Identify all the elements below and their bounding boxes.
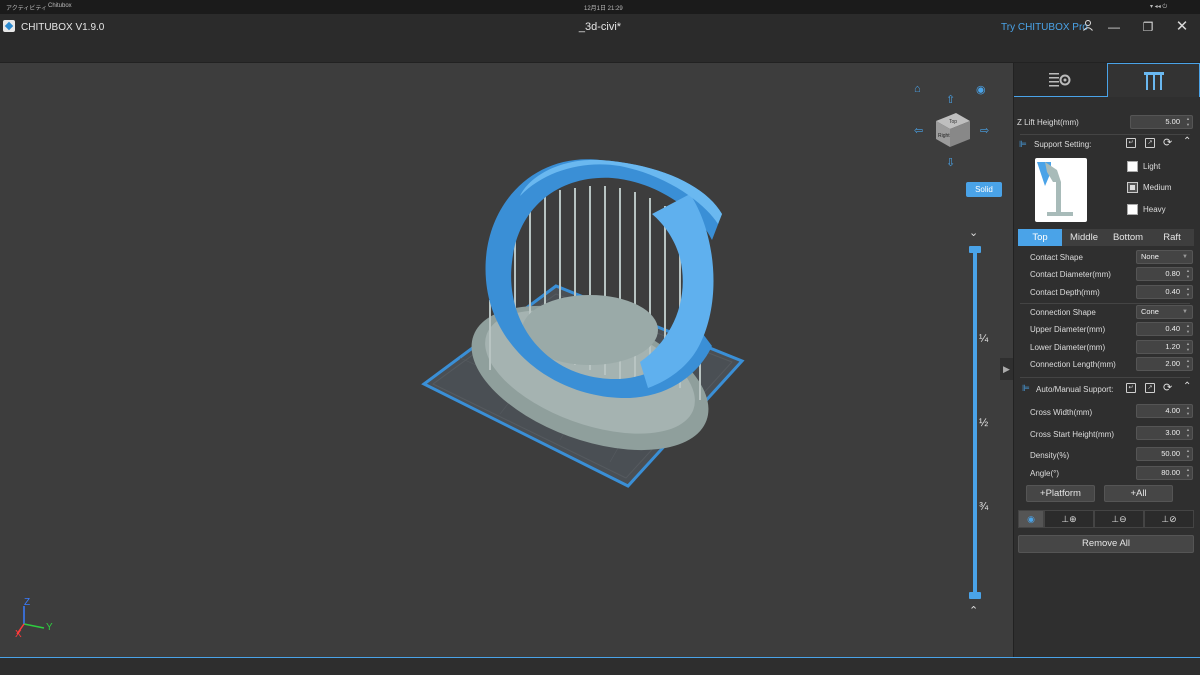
rotate-left-icon[interactable]: ⇦ — [914, 124, 923, 137]
cross-width-input[interactable]: 4.00 — [1136, 404, 1193, 418]
preset-medium-label: Medium — [1143, 183, 1172, 192]
slider-up-chevron-icon[interactable]: ⌃ — [969, 604, 978, 617]
upper-diameter-input[interactable]: 0.40 — [1136, 322, 1193, 336]
cross-start-height-label: Cross Start Height(mm) — [1030, 430, 1115, 439]
tab-middle[interactable]: Middle — [1062, 229, 1106, 246]
os-activities[interactable]: アクティビティ — [6, 3, 47, 12]
minimize-icon[interactable]: — — [1106, 19, 1122, 35]
view-cube[interactable]: Top Right — [930, 107, 974, 151]
collapse-auto-icon[interactable]: ⌃ — [1183, 381, 1191, 392]
user-icon[interactable] — [1080, 19, 1096, 35]
tab-raft[interactable]: Raft — [1150, 229, 1194, 246]
contact-shape-dropdown[interactable]: None — [1136, 250, 1193, 264]
cross-width-label: Cross Width(mm) — [1030, 408, 1093, 417]
os-top-bar: アクティビティ Chitubox 12月1日 21:29 ▾ ◂◂ ⏻ — [0, 0, 1200, 14]
close-icon[interactable]: ✕ — [1174, 19, 1190, 35]
divider — [1020, 377, 1190, 378]
auto-support-marker-icon: ⊫ — [1022, 383, 1030, 393]
eye-view-icon[interactable]: ◉ — [976, 83, 986, 96]
tab-bottom[interactable]: Bottom — [1106, 229, 1150, 246]
export-preset-icon[interactable]: ↗ — [1145, 138, 1155, 148]
z-lift-label: Z Lift Height(mm) — [1017, 118, 1079, 127]
title-bar: CHITUBOX V1.9.0 _3d-civi* Try CHITUBOX P… — [0, 14, 1200, 42]
contact-diameter-input[interactable]: 0.80 — [1136, 267, 1193, 281]
slider-quarter-label: ¼ — [979, 333, 989, 345]
slider-three-quarter-label: ¾ — [979, 501, 989, 513]
os-clock[interactable]: 12月1日 21:29 — [584, 3, 623, 12]
cross-start-height-input[interactable]: 3.00 — [1136, 426, 1193, 440]
contact-diameter-label: Contact Diameter(mm) — [1030, 270, 1111, 279]
angle-input[interactable]: 80.00 — [1136, 466, 1193, 480]
rotate-right-icon[interactable]: ⇨ — [980, 124, 989, 137]
support-preview-image — [1035, 158, 1087, 222]
reset-auto-icon[interactable]: ⟳ — [1163, 381, 1172, 394]
angle-label: Angle(°) — [1030, 469, 1059, 478]
platform-button[interactable]: +Platform — [1026, 485, 1095, 502]
divider — [1020, 134, 1190, 135]
slider-bottom-knob[interactable] — [969, 592, 981, 599]
slider-half-label: ½ — [979, 417, 989, 429]
cube-top-label: Top — [949, 119, 957, 125]
axis-x-label: X — [15, 629, 22, 640]
restore-icon[interactable]: ❐ — [1140, 19, 1156, 35]
connection-shape-label: Connection Shape — [1030, 308, 1096, 317]
import-auto-icon[interactable]: ↵ — [1126, 383, 1136, 393]
connection-length-label: Connection Length(mm) — [1030, 360, 1116, 369]
preset-light-label: Light — [1143, 162, 1161, 171]
lower-diameter-label: Lower Diameter(mm) — [1030, 343, 1106, 352]
edit-support-tool-icon[interactable]: ⊥⊘ — [1144, 510, 1194, 528]
connection-shape-dropdown[interactable]: Cone — [1136, 305, 1193, 319]
collapse-support-setting-icon[interactable]: ⌃ — [1183, 136, 1191, 147]
scene-render[interactable] — [0, 63, 1013, 657]
rotate-up-icon[interactable]: ⇧ — [946, 93, 955, 106]
solid-mode-button[interactable]: Solid — [966, 182, 1002, 197]
slider-down-chevron-icon[interactable]: ⌄ — [969, 226, 978, 239]
support-table-icon — [1144, 72, 1164, 90]
support-setting-marker-icon: ⊫ — [1019, 139, 1027, 149]
cube-front-label: Right — [938, 133, 950, 139]
support-setting-label: Support Setting: — [1034, 140, 1092, 149]
preset-light-checkbox[interactable] — [1127, 161, 1138, 172]
viewport-3d[interactable]: ⌂ ◉ ⇧ ⇦ ⇨ ⇩ Top Right — [0, 63, 1013, 657]
density-label: Density(%) — [1030, 451, 1070, 460]
settings-list-icon — [1049, 73, 1071, 87]
toolbar — [0, 42, 1200, 63]
preset-medium-checkbox[interactable] — [1127, 182, 1138, 193]
home-view-icon[interactable]: ⌂ — [914, 83, 921, 95]
density-input[interactable]: 50.00 — [1136, 447, 1193, 461]
layer-slider[interactable] — [973, 248, 977, 596]
os-tray[interactable]: ▾ ◂◂ ⏻ — [1150, 3, 1167, 11]
os-app-name[interactable]: Chitubox — [48, 3, 72, 9]
contact-depth-input[interactable]: 0.40 — [1136, 285, 1193, 299]
export-auto-icon[interactable]: ↗ — [1145, 383, 1155, 393]
show-supports-eye-icon[interactable]: ◉ — [1018, 510, 1044, 528]
contact-shape-label: Contact Shape — [1030, 253, 1083, 262]
reset-icon[interactable]: ⟳ — [1163, 136, 1172, 149]
remove-support-tool-icon[interactable]: ⊥⊖ — [1094, 510, 1144, 528]
axis-z-label: Z — [24, 597, 31, 608]
import-preset-icon[interactable]: ↵ — [1126, 138, 1136, 148]
z-lift-input[interactable]: 5.00 — [1130, 115, 1193, 129]
all-button[interactable]: +All — [1104, 485, 1173, 502]
connection-length-input[interactable]: 2.00 — [1136, 357, 1193, 371]
axis-y-label: Y — [46, 622, 53, 633]
tab-support[interactable] — [1107, 63, 1200, 97]
add-support-tool-icon[interactable]: ⊥⊕ — [1044, 510, 1094, 528]
lower-diameter-input[interactable]: 1.20 — [1136, 340, 1193, 354]
upper-diameter-label: Upper Diameter(mm) — [1030, 325, 1106, 334]
auto-manual-label: Auto/Manual Support: — [1036, 385, 1114, 394]
rotate-down-icon[interactable]: ⇩ — [946, 156, 955, 169]
remove-all-button[interactable]: Remove All — [1018, 535, 1194, 553]
preset-heavy-checkbox[interactable] — [1127, 204, 1138, 215]
try-pro-link[interactable]: Try CHITUBOX Pro — [1001, 22, 1088, 33]
tab-top[interactable]: Top — [1018, 229, 1062, 246]
slider-top-knob[interactable] — [969, 246, 981, 253]
tab-settings[interactable] — [1014, 63, 1107, 97]
divider — [1020, 303, 1190, 304]
contact-depth-label: Contact Depth(mm) — [1030, 288, 1100, 297]
panel-collapse-button[interactable]: ▶ — [1000, 358, 1013, 380]
status-bar — [0, 657, 1200, 675]
preset-heavy-label: Heavy — [1143, 205, 1166, 214]
